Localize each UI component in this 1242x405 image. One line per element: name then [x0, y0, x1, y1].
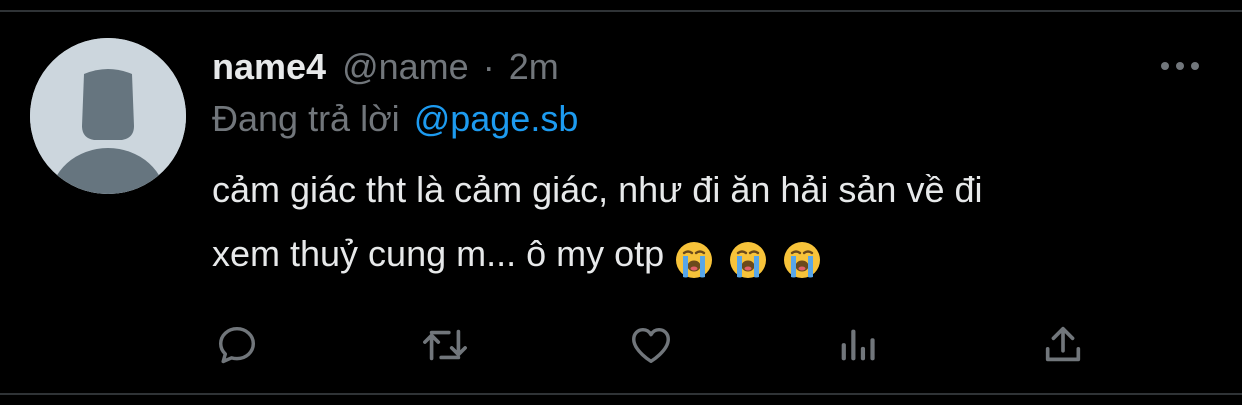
reply-button[interactable] — [212, 320, 262, 370]
reply-prefix: Đang trả lời — [212, 98, 400, 139]
share-button[interactable] — [1038, 320, 1088, 370]
emoji-group — [674, 224, 836, 288]
bottom-divider — [0, 393, 1242, 395]
replying-to: Đang trả lời @page.sb — [212, 96, 578, 142]
loudly-crying-face-icon — [676, 241, 713, 278]
avatar[interactable] — [30, 38, 186, 194]
tweet-text: cảm giác tht là cảm giác, như đi ăn hải … — [212, 158, 1212, 288]
reply-mention-link[interactable]: @page.sb — [414, 98, 579, 140]
tweet-text-line-2: xem thuỷ cung m... ô my otp — [212, 233, 665, 274]
tweet-text-line-2-wrap: xem thuỷ cung m... ô my otp — [212, 222, 1212, 288]
analytics-button[interactable] — [832, 320, 882, 370]
user-handle[interactable]: @name — [342, 46, 469, 88]
more-options-button[interactable] — [1152, 48, 1208, 84]
loudly-crying-face-icon — [730, 241, 767, 278]
analytics-icon — [841, 329, 875, 361]
reply-icon — [218, 326, 256, 364]
separator-dot: · — [482, 46, 495, 87]
loudly-crying-face-icon — [784, 241, 821, 278]
top-divider — [0, 10, 1242, 12]
default-profile-icon — [30, 38, 186, 194]
display-name[interactable]: name4 — [212, 46, 326, 88]
retweet-button[interactable] — [420, 320, 470, 370]
like-icon — [632, 327, 670, 364]
retweet-icon — [423, 329, 467, 361]
tweet-header: name4 @name · 2m — [212, 42, 559, 92]
like-button[interactable] — [626, 320, 676, 370]
timestamp[interactable]: 2m — [509, 46, 559, 88]
share-icon — [1045, 326, 1081, 362]
more-icon — [1161, 62, 1199, 70]
tweet-text-line-1: cảm giác tht là cảm giác, như đi ăn hải … — [212, 169, 983, 210]
